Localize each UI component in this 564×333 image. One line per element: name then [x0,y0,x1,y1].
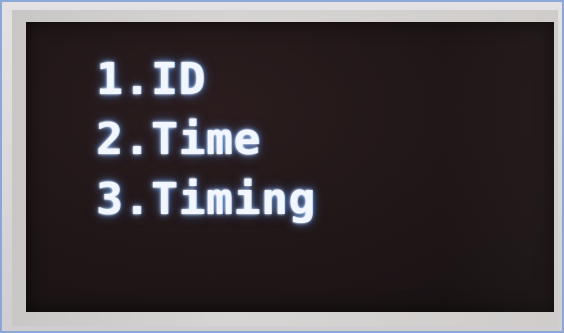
menu-item-time[interactable]: 2.Time [96,110,316,170]
photo-frame: 1.ID 2.Time 3.Timing [0,0,564,333]
menu-item-timing[interactable]: 3.Timing [96,170,316,230]
oled-display: 1.ID 2.Time 3.Timing [26,22,554,312]
screen-glare [444,22,554,312]
menu-item-id[interactable]: 1.ID [96,50,316,110]
menu-list: 1.ID 2.Time 3.Timing [96,50,316,230]
